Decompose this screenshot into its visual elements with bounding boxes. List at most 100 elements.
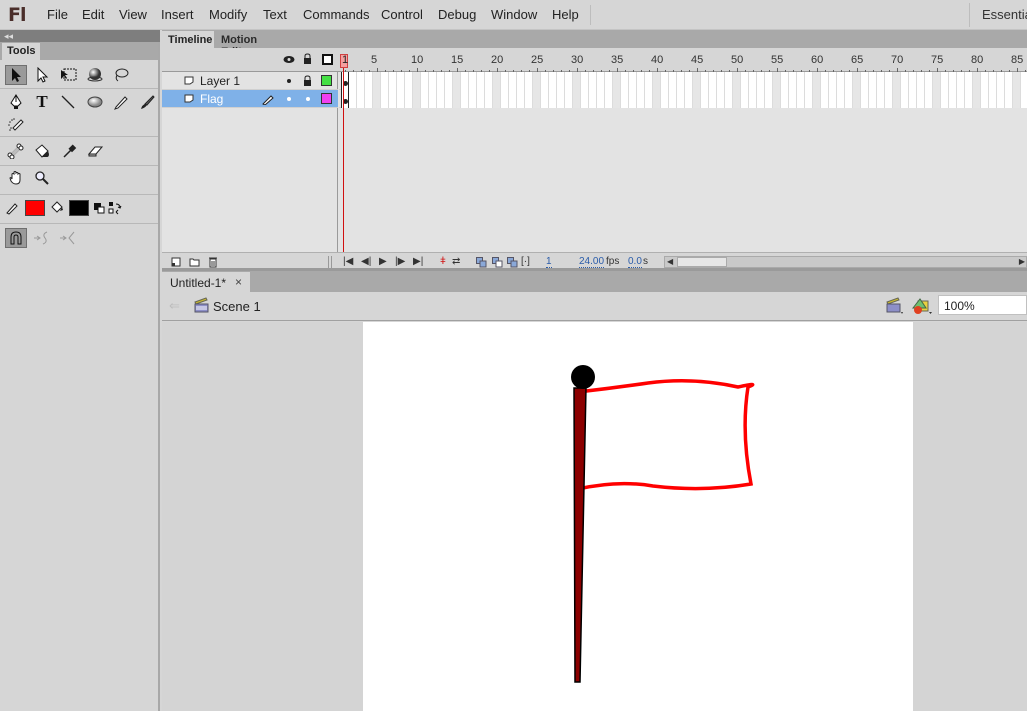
bone-tool[interactable] <box>5 141 27 161</box>
frame-cell[interactable] <box>645 90 653 108</box>
frame-cell[interactable] <box>453 90 461 108</box>
frame-cell[interactable] <box>981 90 989 108</box>
layer-row-selected[interactable]: Flag <box>162 90 338 108</box>
flag-drawing[interactable] <box>363 322 913 711</box>
frame-cell[interactable] <box>597 72 605 90</box>
frame-cell[interactable] <box>845 72 853 90</box>
tab-timeline[interactable]: Timeline <box>162 31 214 48</box>
layer-outline-color[interactable] <box>321 75 332 86</box>
frame-cell[interactable] <box>365 72 373 90</box>
show-hide-all-eye-icon[interactable] <box>283 55 295 64</box>
frame-cell[interactable] <box>485 90 493 108</box>
frame-cell[interactable] <box>933 90 941 108</box>
frame-cell[interactable] <box>445 90 453 108</box>
frame-cell[interactable] <box>525 90 533 108</box>
frame-cell[interactable] <box>477 72 485 90</box>
frame-cell[interactable] <box>869 72 877 90</box>
frame-cell[interactable] <box>821 72 829 90</box>
frame-cell[interactable] <box>925 90 933 108</box>
frame-cell[interactable] <box>885 72 893 90</box>
scroll-left-icon[interactable]: ◀ <box>667 257 673 267</box>
frame-cell[interactable] <box>877 72 885 90</box>
frame-cell[interactable] <box>821 90 829 108</box>
frame-cell[interactable] <box>461 72 469 90</box>
smooth-button[interactable] <box>31 228 53 248</box>
frame-cell[interactable] <box>389 90 397 108</box>
frame-cell[interactable] <box>1021 72 1027 90</box>
paint-bucket-tool[interactable] <box>31 141 53 161</box>
line-tool[interactable] <box>57 92 79 112</box>
zoom-tool[interactable] <box>31 168 53 188</box>
snap-to-objects-button[interactable] <box>5 228 27 248</box>
outline-all-icon[interactable] <box>322 54 333 65</box>
frame-cell[interactable] <box>757 72 765 90</box>
visible-dot-icon[interactable] <box>287 79 291 83</box>
close-icon[interactable]: × <box>235 275 242 289</box>
frame-cell[interactable] <box>789 90 797 108</box>
frame-cell[interactable] <box>949 72 957 90</box>
new-layer-icon[interactable] <box>171 257 181 267</box>
step-back-button[interactable]: ◀| <box>361 256 371 267</box>
frame-cell[interactable] <box>805 90 813 108</box>
stroke-color-swatch[interactable] <box>25 200 45 216</box>
frame-cell[interactable] <box>373 90 381 108</box>
zoom-level-field[interactable]: 100% <box>938 295 1027 315</box>
straighten-button[interactable] <box>57 228 79 248</box>
tools-tab[interactable]: Tools <box>2 43 40 60</box>
frame-cell[interactable] <box>901 90 909 108</box>
flag-pole[interactable] <box>573 387 587 683</box>
eraser-tool[interactable] <box>84 141 106 161</box>
frame-cell[interactable] <box>413 72 421 90</box>
frame-cell[interactable] <box>373 72 381 90</box>
frame-cell[interactable] <box>445 72 453 90</box>
step-forward-button[interactable]: |▶ <box>395 256 405 267</box>
frame-cell[interactable] <box>837 90 845 108</box>
visible-dot-icon[interactable] <box>287 97 291 101</box>
eyedropper-tool[interactable] <box>58 141 80 161</box>
frame-cell[interactable] <box>469 90 477 108</box>
frame-cell[interactable] <box>693 90 701 108</box>
frame-cell[interactable] <box>797 72 805 90</box>
frame-cell[interactable] <box>893 90 901 108</box>
frame-cell[interactable] <box>853 72 861 90</box>
frame-cell[interactable] <box>957 90 965 108</box>
frame-cell[interactable] <box>1013 72 1021 90</box>
frame-cell[interactable] <box>773 90 781 108</box>
frame-cell[interactable] <box>813 90 821 108</box>
frame-cell[interactable] <box>909 90 917 108</box>
frame-cell[interactable] <box>349 72 357 90</box>
onion-skin-outlines-icon[interactable] <box>492 257 503 268</box>
selection-tool[interactable] <box>5 65 27 85</box>
frame-cell[interactable] <box>981 72 989 90</box>
frame-cell[interactable] <box>565 90 573 108</box>
scroll-right-icon[interactable]: ▶ <box>1019 257 1025 267</box>
frame-cell[interactable] <box>693 72 701 90</box>
lasso-tool[interactable] <box>110 65 132 85</box>
frame-cell[interactable] <box>813 72 821 90</box>
frame-cell[interactable] <box>621 90 629 108</box>
frame-cell[interactable] <box>893 72 901 90</box>
swap-colors-button[interactable] <box>107 198 123 218</box>
frame-cell[interactable] <box>509 90 517 108</box>
frame-cell[interactable] <box>909 72 917 90</box>
frame-row[interactable] <box>339 72 1027 90</box>
frame-cell[interactable] <box>517 72 525 90</box>
frame-cell[interactable] <box>381 90 389 108</box>
frame-cell[interactable] <box>733 90 741 108</box>
frame-cell[interactable] <box>573 72 581 90</box>
text-tool[interactable]: T <box>31 92 53 112</box>
frame-cell[interactable] <box>421 72 429 90</box>
frame-cell[interactable] <box>1021 90 1027 108</box>
frame-cell[interactable] <box>925 72 933 90</box>
frame-cell[interactable] <box>493 90 501 108</box>
document-tab[interactable]: Untitled-1* × <box>162 272 250 292</box>
lock-icon[interactable] <box>303 75 312 86</box>
loop-button[interactable]: ⇄ <box>452 256 460 267</box>
menu-modify[interactable]: Modify <box>209 7 247 22</box>
frame-cell[interactable] <box>437 90 445 108</box>
frame-cell[interactable] <box>533 72 541 90</box>
frame-cell[interactable] <box>861 72 869 90</box>
frame-cell[interactable] <box>941 72 949 90</box>
frame-cell[interactable] <box>501 90 509 108</box>
frame-cell[interactable] <box>685 90 693 108</box>
